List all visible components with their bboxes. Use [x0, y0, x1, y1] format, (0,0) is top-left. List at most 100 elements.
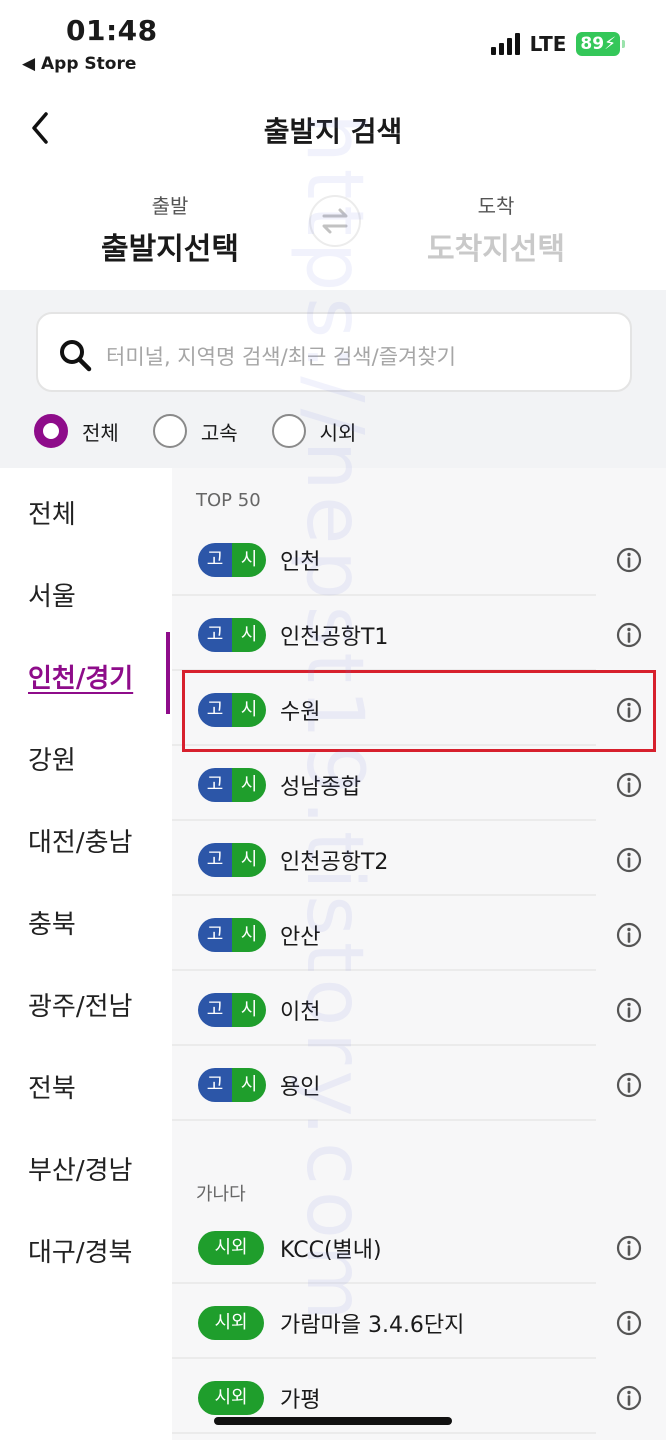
badge-intercity: 시: [232, 918, 266, 952]
status-time: 01:48: [66, 14, 158, 47]
page-title: 출발지 검색: [263, 115, 403, 148]
badge-express: 고: [198, 768, 232, 802]
region-item-all[interactable]: 전체: [28, 494, 76, 531]
badge-express: 고: [198, 843, 232, 877]
departure-select[interactable]: 출발지선택: [50, 224, 290, 268]
terminal-name: 성남종합: [280, 775, 361, 800]
terminal-name: KCC(별내): [280, 1238, 382, 1263]
swap-route-button[interactable]: [309, 195, 361, 247]
badge-express: 고: [198, 918, 232, 952]
search-icon: [60, 340, 92, 372]
info-icon[interactable]: [615, 546, 643, 574]
filter-radio-intercity[interactable]: [271, 414, 306, 448]
terminal-row[interactable]: 고 시 이천: [172, 972, 666, 1046]
terminal-row[interactable]: 시외 가람마을 3.4.6단지: [172, 1285, 666, 1359]
badge-express: 고: [198, 993, 232, 1027]
region-item-chungbuk[interactable]: 충북: [28, 904, 76, 941]
badge-intercity: 시: [232, 543, 266, 577]
info-icon[interactable]: [615, 771, 643, 799]
battery-level: 89: [580, 34, 605, 54]
row-divider: [172, 1119, 596, 1121]
region-item-incheon-gyeonggi[interactable]: 인천/경기: [28, 658, 133, 695]
row-divider: [172, 819, 596, 821]
active-region-indicator: [166, 632, 170, 714]
top50-section-label: TOP 50: [196, 490, 261, 511]
highlight-annotation: [182, 670, 656, 752]
terminal-name: 가람마을 3.4.6단지: [280, 1313, 465, 1338]
search-zone: 터미널, 지역명 검색/최근 검색/즐겨찾기 전체 고속 시외: [0, 290, 666, 468]
region-item-seoul[interactable]: 서울: [28, 576, 76, 613]
departure-label: 출발: [151, 194, 189, 218]
info-icon[interactable]: [615, 1071, 643, 1099]
row-divider: [172, 1044, 596, 1046]
info-icon[interactable]: [615, 1384, 643, 1412]
badge-intercity: 시: [232, 1068, 266, 1102]
terminal-row[interactable]: 고 시 인천: [172, 522, 666, 596]
intercity-badge: 시외: [198, 1381, 264, 1415]
filter-label-all: 전체: [82, 420, 119, 445]
info-icon[interactable]: [615, 996, 643, 1024]
terminal-row[interactable]: 시외 KCC(별내): [172, 1210, 666, 1284]
express-intercity-badge: 고시: [198, 543, 266, 577]
badge-express: 고: [198, 618, 232, 652]
row-divider: [172, 1282, 596, 1284]
info-icon[interactable]: [615, 621, 643, 649]
search-placeholder: 터미널, 지역명 검색/최근 검색/즐겨찾기: [106, 345, 456, 369]
terminal-name: 인천공항T1: [280, 625, 389, 650]
row-divider: [172, 969, 596, 971]
terminal-name: 용인: [280, 1075, 321, 1100]
terminal-row[interactable]: 고 시 성남종합: [172, 747, 666, 821]
terminal-name: 이천: [280, 1000, 321, 1025]
intercity-badge: 시외: [198, 1231, 264, 1265]
badge-express: 고: [198, 1068, 232, 1102]
home-indicator: [214, 1417, 452, 1425]
terminal-name: 인천공항T2: [280, 850, 389, 875]
express-intercity-badge: 고시: [198, 618, 266, 652]
badge-intercity: 시: [232, 768, 266, 802]
terminal-row[interactable]: 고 시 인천공항T1: [172, 597, 666, 671]
back-to-app-link[interactable]: ◀ App Store: [22, 54, 136, 74]
region-item-jeonbuk[interactable]: 전북: [28, 1068, 76, 1105]
badge-intercity: 시: [232, 993, 266, 1027]
arrival-select[interactable]: 도착지선택: [376, 224, 616, 268]
intercity-badge: 시외: [198, 1306, 264, 1340]
signal-icon: [490, 33, 520, 55]
info-icon[interactable]: [615, 1309, 643, 1337]
express-intercity-badge: 고시: [198, 768, 266, 802]
region-item-gwangju-jeonnam[interactable]: 광주/전남: [28, 986, 132, 1023]
status-indicators: LTE 89⚡: [490, 32, 625, 56]
region-item-gangwon[interactable]: 강원: [28, 740, 76, 777]
filter-radio-group: 전체 고속 시외: [34, 414, 390, 448]
badge-intercity: 시: [232, 843, 266, 877]
express-intercity-badge: 고시: [198, 843, 266, 877]
terminal-name: 가평: [280, 1388, 321, 1413]
swap-icon: [322, 208, 348, 234]
filter-label-express: 고속: [200, 420, 238, 445]
terminal-name: 인천: [280, 550, 321, 575]
terminal-row[interactable]: 고 시 인천공항T2: [172, 822, 666, 896]
network-type: LTE: [529, 32, 567, 56]
search-input[interactable]: 터미널, 지역명 검색/최근 검색/즐겨찾기: [36, 312, 632, 392]
badge-express: 고: [198, 543, 232, 577]
express-intercity-badge: 고시: [198, 918, 266, 952]
badge-intercity: 시: [232, 618, 266, 652]
filter-label-intercity: 시외: [319, 420, 357, 445]
battery-icon: 89⚡: [576, 32, 625, 56]
alpha-section-label: 가나다: [196, 1184, 246, 1205]
terminal-row[interactable]: 고 시 안산: [172, 897, 666, 971]
row-divider: [172, 1357, 596, 1359]
info-icon[interactable]: [615, 1234, 643, 1262]
region-item-daegu-gyeongbuk[interactable]: 대구/경북: [28, 1232, 132, 1269]
filter-radio-express[interactable]: [152, 414, 187, 448]
info-icon[interactable]: [615, 921, 643, 949]
filter-radio-all[interactable]: [34, 414, 68, 448]
terminal-name: 안산: [280, 925, 321, 950]
row-divider: [172, 594, 596, 596]
express-intercity-badge: 고시: [198, 993, 266, 1027]
info-icon[interactable]: [615, 846, 643, 874]
region-item-daejeon-chungnam[interactable]: 대전/충남: [28, 822, 132, 859]
terminal-row[interactable]: 고 시 용인: [172, 1047, 666, 1121]
region-item-busan-gyeongnam[interactable]: 부산/경남: [28, 1150, 132, 1187]
row-divider: [172, 894, 596, 896]
express-intercity-badge: 고시: [198, 1068, 266, 1102]
